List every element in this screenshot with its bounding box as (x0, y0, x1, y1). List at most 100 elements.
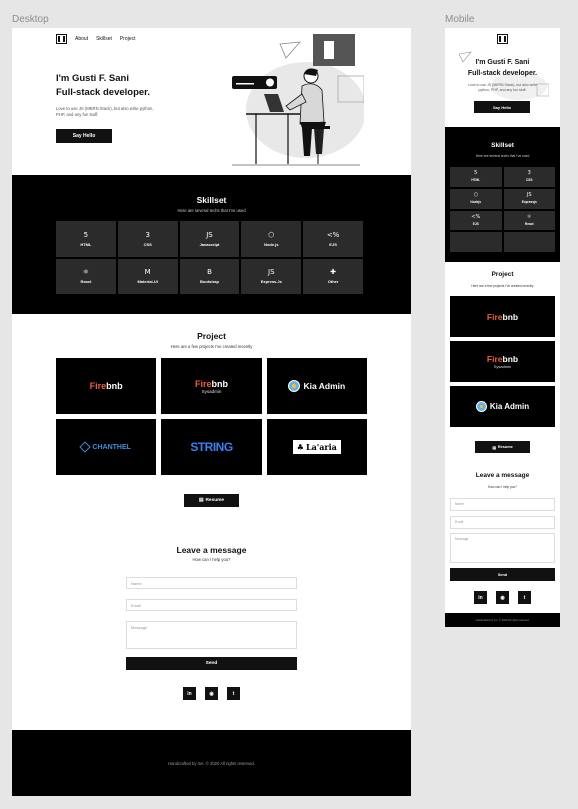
resume-label: Resume (205, 498, 225, 503)
nav-skillset[interactable]: Skillset (96, 36, 112, 42)
twitter-icon[interactable]: t (518, 591, 531, 604)
firebnb-sysadmin-logo: Firebnb (195, 379, 228, 389)
laaria-name: La'aria (305, 442, 337, 452)
footer: Handcrafted by me. © 2020 All rights res… (445, 613, 560, 627)
hero-description: Love to use JS (MERN Stack), but also wr… (56, 106, 154, 117)
firebnb-accent: Fire (486, 354, 503, 364)
kia-badge-icon (288, 380, 301, 392)
social-links: in ◉ t (474, 591, 531, 604)
project-string[interactable]: STRING (161, 419, 262, 475)
nodejs-icon: ⬡ (268, 230, 275, 239)
logo[interactable] (56, 34, 67, 44)
skill-name: Expressjs (521, 200, 537, 205)
kia-admin-logo: Kia Admin (288, 380, 345, 392)
say-hello-button[interactable]: Say Hello (474, 101, 530, 113)
skillset-subtitle: Here are several techs that I've used (475, 154, 530, 158)
twitter-icon[interactable]: t (227, 687, 240, 700)
github-icon[interactable]: ◉ (496, 591, 509, 604)
nav-project[interactable]: Project (120, 36, 136, 42)
clover-icon: ♣ (296, 442, 304, 452)
skill-name: HTML (80, 241, 92, 247)
skill-name: Material-UI (137, 279, 158, 285)
firebnb-logo: Firebnb (90, 381, 123, 391)
skill-name: HTML (471, 178, 481, 183)
kia-admin-name: Kia Admin (489, 402, 530, 411)
desktop-frame: About Skillset Project I'm Gusti F. Sani… (12, 28, 411, 796)
skill-name: EJS (472, 221, 479, 226)
expressjs-icon: JS (526, 192, 532, 199)
name-field[interactable]: Name (450, 498, 555, 511)
document-icon: ▤ (492, 445, 496, 450)
project-title: Project (491, 271, 514, 278)
firebnb-sysadmin-logo: Firebnb (487, 354, 518, 364)
desktop-frame-label: Desktop (12, 14, 49, 25)
hero-title-line1: I'm Gusti F. Sani (56, 73, 129, 84)
message-subtitle: How can I help you? (192, 557, 231, 562)
resume-button[interactable]: ▤ Resume (184, 494, 239, 507)
resume-button[interactable]: ▤ Resume (475, 441, 530, 453)
hero-text: I'm Gusti F. Sani Full-stack developer. … (56, 72, 176, 118)
skill-name: Javascript (199, 241, 220, 247)
project-firebnb[interactable]: Firebnb (450, 296, 555, 337)
string-logo: STRING (190, 440, 233, 454)
send-button[interactable]: Send (450, 568, 555, 581)
project-kia-admin[interactable]: Kia Admin (266, 358, 367, 414)
email-field[interactable]: Email (126, 599, 297, 611)
project-firebnb[interactable]: Firebnb (56, 358, 157, 414)
material-ui-icon: M (144, 268, 151, 277)
linkedin-icon[interactable]: in (183, 687, 196, 700)
linkedin-icon[interactable]: in (474, 591, 487, 604)
project-title: Project (197, 331, 226, 341)
skill-name: CSS (525, 178, 533, 183)
react-icon: ⚛ (527, 213, 532, 220)
skillset-section: Skillset Here are several techs that I'v… (445, 127, 560, 262)
project-firebnb-sysadmin[interactable]: Firebnb Sysadmin (450, 341, 555, 382)
chanthel-diamond-icon (79, 441, 92, 453)
project-firebnb-sysadmin[interactable]: Firebnb Sysadmin (161, 358, 262, 414)
hero-description: Love to use JS (MERN Stack), but also wr… (467, 83, 538, 92)
skill-nodejs: ⬡ Node.js (241, 221, 302, 257)
footer-text: Handcrafted by me. © 2020 All rights res… (168, 760, 255, 766)
skillset-section: Skillset Here are several techs that I'v… (12, 175, 411, 314)
html5-icon: 5 (83, 230, 89, 239)
css3-icon: 3 (145, 230, 150, 239)
project-kia-admin[interactable]: Kia Admin (450, 386, 555, 427)
github-icon[interactable]: ◉ (205, 687, 218, 700)
email-field[interactable]: Email (450, 516, 555, 529)
navbar: About Skillset Project (56, 34, 135, 44)
hero-title-line2: Full-stack developer. (467, 70, 538, 77)
firebnb-rest: bnb (502, 311, 519, 322)
firebnb-sysadmin-sub: Sysadmin (493, 364, 512, 369)
project-list: Firebnb Firebnb Sysadmin Kia Admin (450, 296, 555, 427)
project-chanthel[interactable]: CHANTHEL (56, 419, 157, 475)
firebnb-accent: Fire (194, 378, 212, 389)
developer-illustration (232, 34, 364, 166)
skillset-title: Skillset (196, 195, 227, 205)
message-field[interactable]: Message (450, 533, 555, 563)
message-subtitle: How can I help you? (488, 485, 517, 489)
skill-empty (503, 232, 555, 252)
skill-ejs: <% EJS (303, 221, 363, 257)
skill-name: Nodejs (470, 200, 482, 205)
bootstrap-icon: B (207, 268, 212, 277)
nav-about[interactable]: About (75, 36, 88, 42)
mobile-frame-label: Mobile (445, 14, 475, 25)
message-field[interactable]: Message (126, 621, 297, 649)
message-title: Leave a message (176, 545, 247, 555)
kia-badge-icon (475, 401, 487, 412)
skill-name: EJS (329, 241, 337, 247)
firebnb-rest: bnb (211, 378, 229, 389)
react-icon: ⚛ (82, 268, 90, 277)
say-hello-button[interactable]: Say Hello (56, 129, 112, 143)
ejs-icon: <% (471, 213, 481, 220)
kia-admin-logo: Kia Admin (475, 401, 530, 412)
project-laaria[interactable]: ♣ La'aria (266, 419, 367, 475)
skill-other: ✚ Other (303, 258, 363, 294)
name-field[interactable]: Name (126, 577, 297, 589)
skill-css: 3 CSS (117, 221, 178, 257)
expressjs-icon: JS (268, 268, 275, 277)
project-grid: Firebnb Firebnb Sysadmin Kia Admin CHANT… (56, 358, 367, 475)
chanthel-logo: CHANTHEL (79, 441, 131, 453)
send-button[interactable]: Send (126, 657, 297, 670)
logo[interactable] (497, 34, 508, 44)
